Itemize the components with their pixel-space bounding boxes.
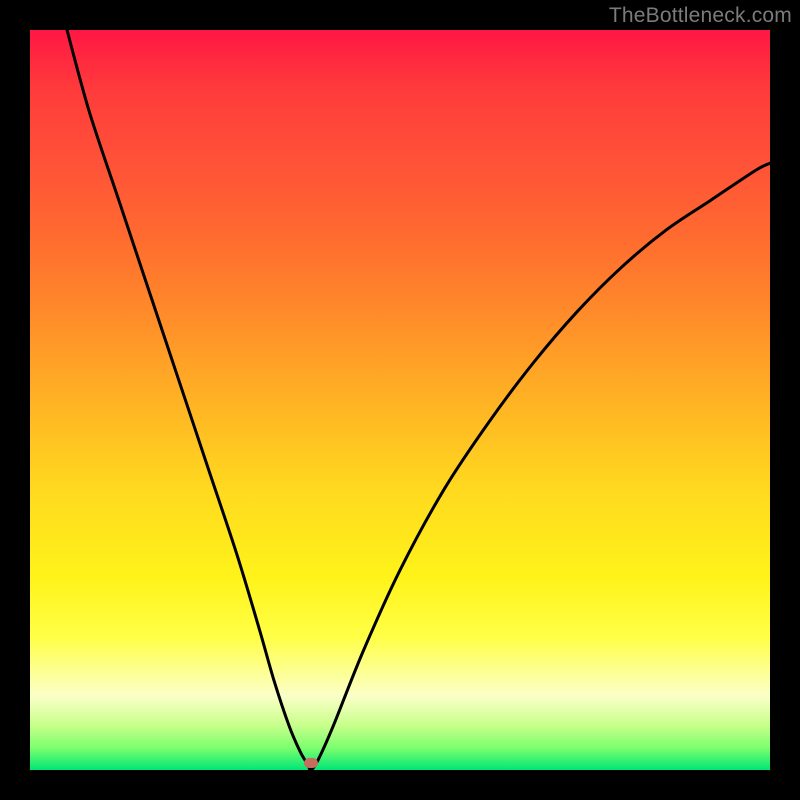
bottleneck-curve-path [67, 30, 770, 770]
watermark-text: TheBottleneck.com [609, 4, 792, 28]
plot-area [30, 30, 770, 770]
chart-frame: TheBottleneck.com [0, 0, 800, 800]
optimum-marker [304, 758, 318, 768]
curve-svg [30, 30, 770, 770]
